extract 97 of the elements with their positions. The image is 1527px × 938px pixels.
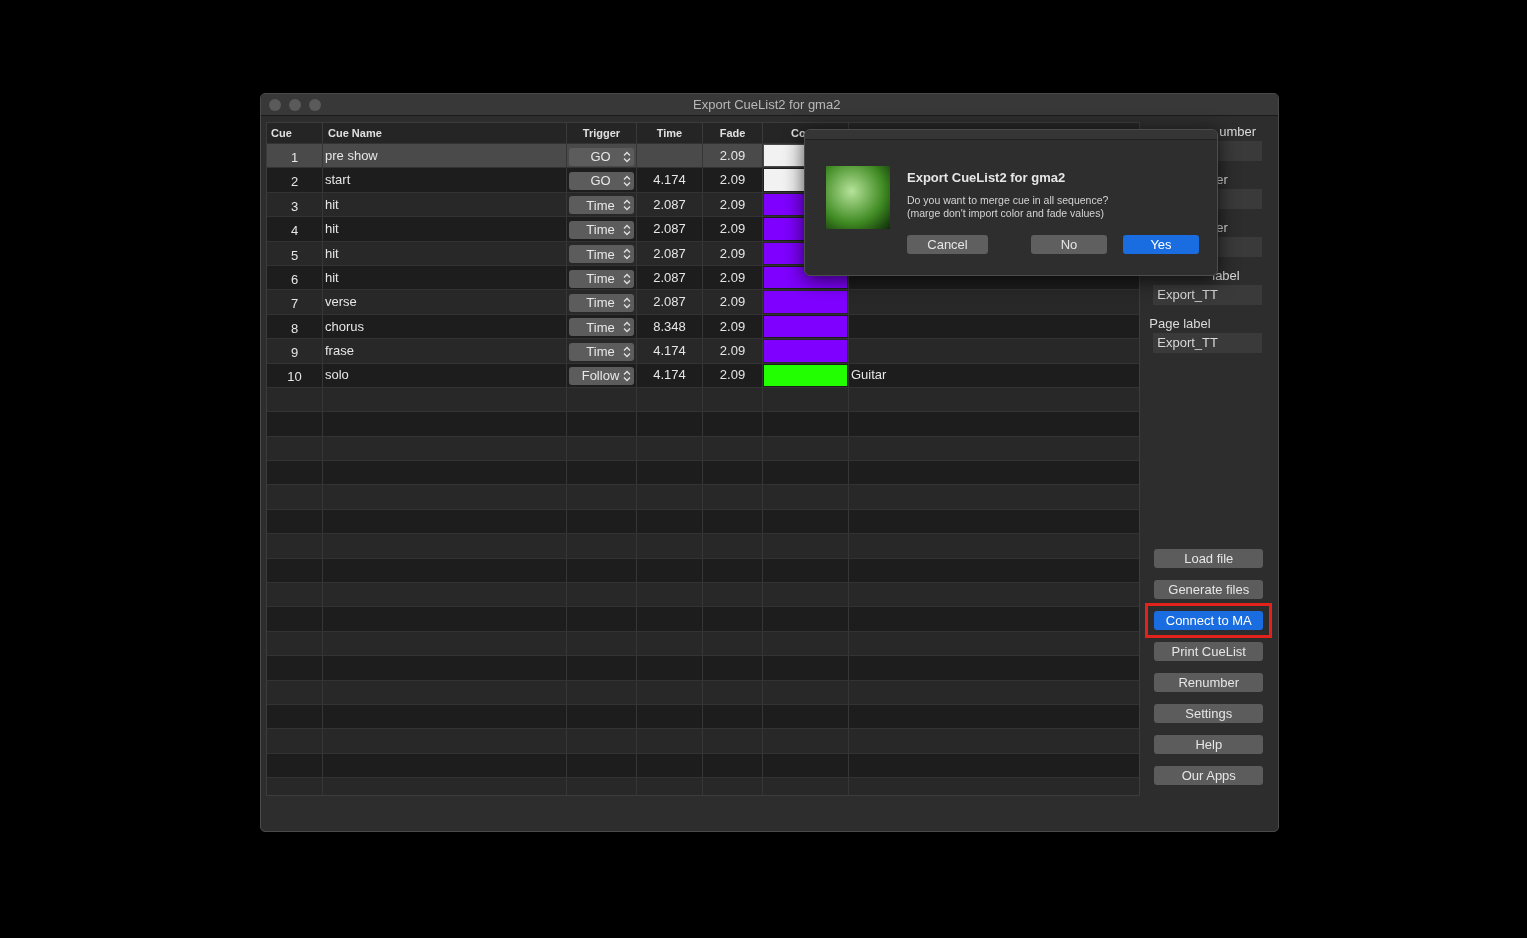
close-button[interactable] xyxy=(269,98,281,111)
column-header[interactable]: Co xyxy=(791,124,806,142)
trigger-dropdown[interactable]: Time xyxy=(569,269,634,288)
zoom-button[interactable] xyxy=(309,98,321,111)
stepper-icon xyxy=(623,345,631,358)
dialog-message: Do you want to merge cue in all sequence? (marge don't import color and fade values) xyxy=(907,193,1110,220)
action-button[interactable]: Load file xyxy=(1154,549,1264,568)
field-label: Page label xyxy=(1149,317,1211,331)
trigger-dropdown[interactable]: Time xyxy=(569,342,634,361)
trigger-dropdown[interactable]: Time xyxy=(569,318,634,337)
dialog-button[interactable]: No xyxy=(1031,234,1107,254)
time-value: 4.174 xyxy=(653,171,686,190)
stepper-icon xyxy=(623,175,631,188)
fade-value: 2.09 xyxy=(719,146,746,165)
cue-number: 10 xyxy=(287,368,302,387)
cue-number: 7 xyxy=(290,295,299,314)
column-header[interactable]: Cue Name xyxy=(328,124,382,142)
time-value: 4.174 xyxy=(653,366,686,385)
input-field[interactable]: Export_TT xyxy=(1153,285,1263,305)
stepper-icon xyxy=(623,297,631,310)
action-button[interactable]: Print CueList xyxy=(1154,642,1264,661)
cue-number: 3 xyxy=(290,197,299,216)
window-title: Export CueList2 for gma2 xyxy=(693,95,841,114)
fade-value: 2.09 xyxy=(719,268,746,287)
cue-note: Guitar xyxy=(851,366,887,385)
trigger-dropdown[interactable]: GO xyxy=(569,147,634,166)
fade-value: 2.09 xyxy=(719,220,746,239)
action-button[interactable]: Our Apps xyxy=(1154,766,1264,785)
time-value: 8.348 xyxy=(653,317,686,336)
time-value: 2.087 xyxy=(653,195,686,214)
stepper-icon xyxy=(623,199,631,212)
cue-name: hit xyxy=(325,244,339,263)
cue-number: 2 xyxy=(290,173,299,192)
column-header[interactable]: Fade xyxy=(719,124,746,142)
fade-value: 2.09 xyxy=(719,195,746,214)
photo-placeholder xyxy=(826,166,890,229)
trigger-dropdown[interactable]: GO xyxy=(569,172,634,191)
column-header[interactable]: Trigger xyxy=(582,124,621,142)
fade-value: 2.09 xyxy=(719,366,746,385)
action-button[interactable]: Renumber xyxy=(1154,673,1264,692)
cue-name: hit xyxy=(325,195,339,214)
color-swatch[interactable] xyxy=(764,315,847,338)
cue-number: 1 xyxy=(290,148,299,167)
time-value: 2.087 xyxy=(653,220,686,239)
time-value: 4.174 xyxy=(653,342,686,361)
cue-number: 6 xyxy=(290,270,299,289)
action-button[interactable]: Help xyxy=(1154,735,1264,754)
trigger-dropdown[interactable]: Time xyxy=(569,196,634,215)
field-label: label xyxy=(1212,269,1240,283)
table-row[interactable]: 8 chorus Time 8.348 2.09 xyxy=(267,314,1140,340)
minimize-button[interactable] xyxy=(289,98,301,111)
cue-name: start xyxy=(325,171,351,190)
fade-value: 2.09 xyxy=(719,317,746,336)
stepper-icon xyxy=(623,272,631,285)
dialog-button[interactable]: Cancel xyxy=(907,234,988,254)
column-header[interactable]: Time xyxy=(656,124,683,142)
input-field[interactable]: Export_TT xyxy=(1153,333,1263,353)
dialog-button[interactable]: Yes xyxy=(1123,234,1199,254)
table-row[interactable]: 10 solo Follow 4.174 2.09 Guitar xyxy=(267,363,1140,388)
fade-value: 2.09 xyxy=(719,171,746,190)
color-swatch[interactable] xyxy=(764,364,847,386)
cue-name: solo xyxy=(325,366,349,385)
stepper-icon xyxy=(623,370,631,383)
trigger-dropdown[interactable]: Time xyxy=(569,294,634,313)
stepper-icon xyxy=(623,150,631,163)
fade-value: 2.09 xyxy=(719,342,746,361)
cue-name: hit xyxy=(325,268,339,287)
time-value: 2.087 xyxy=(653,293,686,312)
table-row[interactable]: 7 verse Time 2.087 2.09 xyxy=(267,290,1140,315)
trigger-dropdown[interactable]: Follow xyxy=(569,367,634,386)
stepper-icon xyxy=(623,321,631,334)
color-swatch[interactable] xyxy=(764,291,847,313)
action-button[interactable]: Connect to MA xyxy=(1154,611,1264,630)
cue-number: 8 xyxy=(290,319,299,338)
action-button[interactable]: Settings xyxy=(1154,704,1264,723)
fade-value: 2.09 xyxy=(719,293,746,312)
cue-name: frase xyxy=(325,342,354,361)
cue-name: hit xyxy=(325,220,339,239)
trigger-dropdown[interactable]: Time xyxy=(569,220,634,239)
cue-name: verse xyxy=(325,293,357,312)
trigger-dropdown[interactable]: Time xyxy=(569,245,634,264)
time-value: 2.087 xyxy=(653,268,686,287)
action-button[interactable]: Generate files xyxy=(1154,580,1264,599)
column-header[interactable]: Cue xyxy=(271,124,292,142)
fade-value: 2.09 xyxy=(719,244,746,263)
cue-number: 5 xyxy=(290,246,299,265)
color-swatch[interactable] xyxy=(764,340,847,362)
cue-name: pre show xyxy=(325,146,378,165)
cue-number: 4 xyxy=(290,222,299,241)
cue-number: 9 xyxy=(290,344,299,363)
time-value: 2.087 xyxy=(653,244,686,263)
cue-name: chorus xyxy=(325,317,365,336)
field-label: umber xyxy=(1219,125,1257,139)
stepper-icon xyxy=(623,248,631,261)
dialog-title: Export CueList2 for gma2 xyxy=(907,169,1067,187)
stepper-icon xyxy=(623,223,631,236)
table-row[interactable]: 9 frase Time 4.174 2.09 xyxy=(267,339,1140,364)
